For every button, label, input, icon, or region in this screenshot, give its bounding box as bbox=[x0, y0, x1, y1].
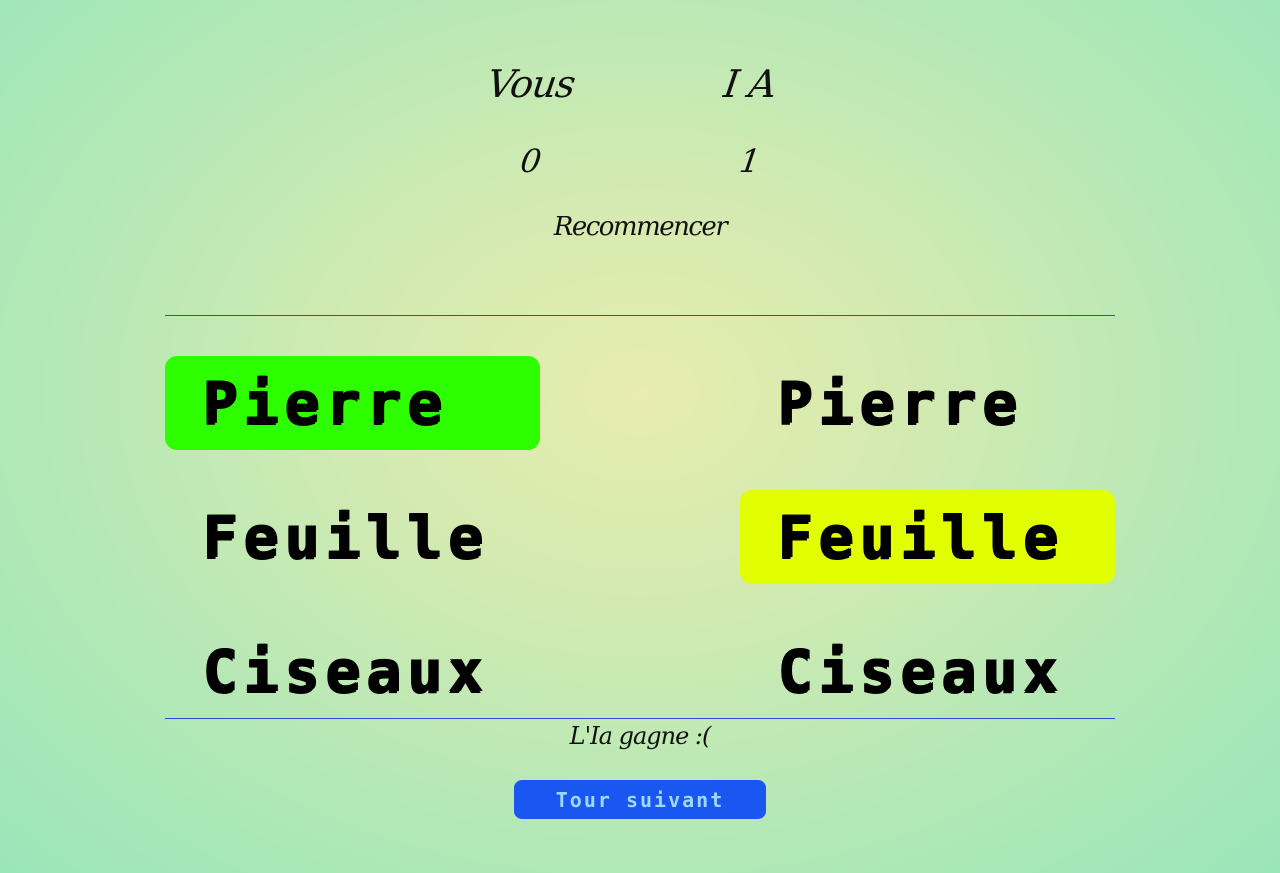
ai-choice-pierre: Pierre bbox=[777, 369, 1023, 437]
bottom-divider bbox=[165, 718, 1115, 719]
ai-score: 1 bbox=[737, 142, 763, 180]
scoreboard: Vous 0 I A 1 Recommencer bbox=[0, 0, 1280, 280]
ai-choice-ciseaux: Ciseaux bbox=[777, 637, 1064, 705]
result-message: L'Ia gagne :( bbox=[569, 722, 712, 750]
top-divider bbox=[165, 315, 1115, 316]
restart-button[interactable]: Recommencer bbox=[540, 212, 740, 242]
player-choice-feuille[interactable]: Feuille bbox=[165, 490, 540, 584]
player-score: 0 bbox=[518, 142, 544, 180]
next-round-button[interactable]: Tour suivant bbox=[514, 780, 766, 819]
player-choice-ciseaux[interactable]: Ciseaux bbox=[165, 624, 540, 718]
player-choice-pierre[interactable]: Pierre bbox=[165, 356, 540, 450]
player-label: Vous bbox=[484, 62, 578, 106]
ai-label: I A bbox=[721, 62, 779, 106]
ai-choice-feuille: Feuille bbox=[740, 490, 1115, 584]
